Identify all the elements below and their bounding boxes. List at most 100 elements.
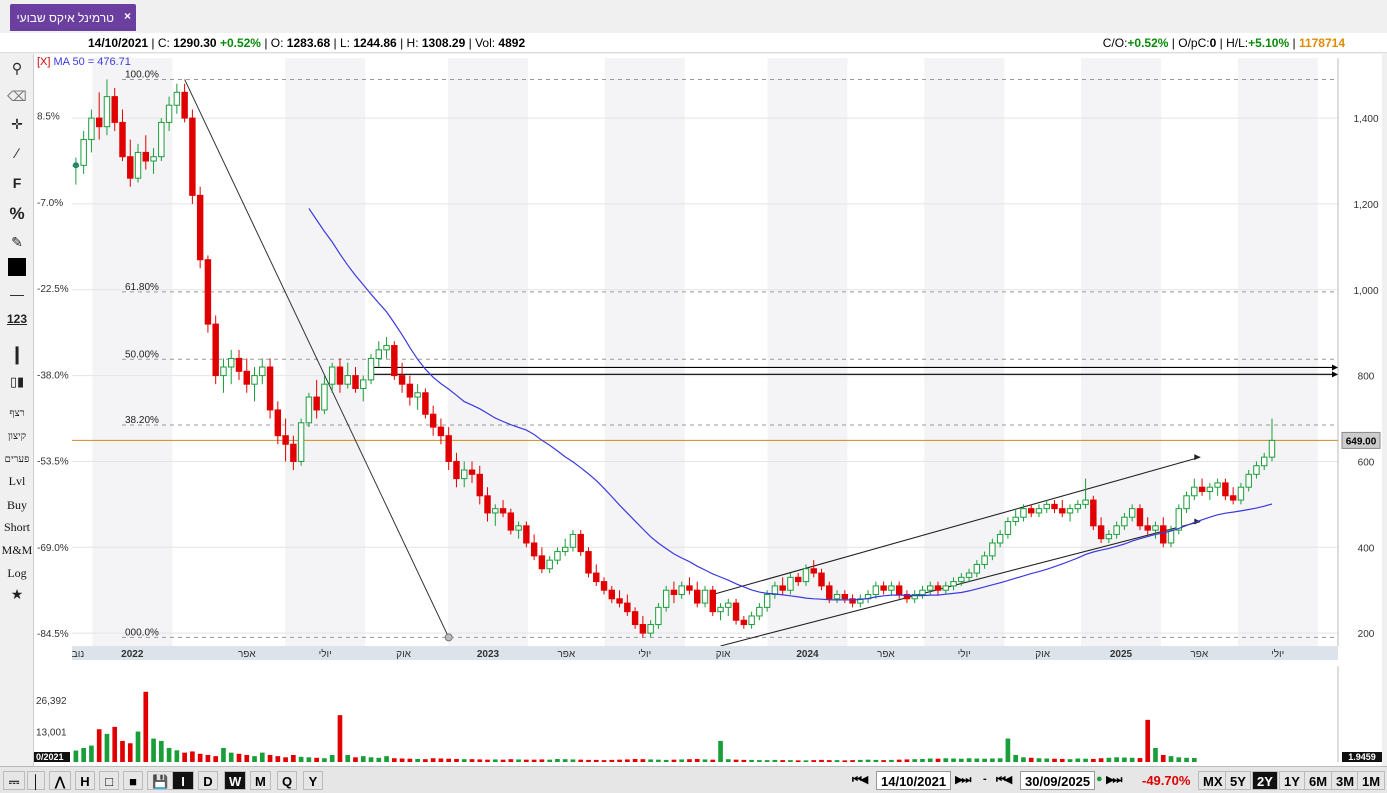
bars-type-icon[interactable]: │ (27, 771, 46, 790)
volume-bar (314, 757, 319, 762)
month-band (767, 58, 848, 646)
crosshair-icon[interactable]: ✛ (0, 116, 34, 133)
volume-bar (127, 743, 133, 762)
line-type-icon[interactable]: ⋀ (49, 771, 71, 790)
candle-body (818, 572, 825, 587)
hl-label: H/L: (1226, 36, 1249, 50)
save-icon[interactable]: 💾 (147, 771, 174, 790)
nav-start-icon[interactable]: ⏮◀ (852, 773, 868, 787)
candle-body (880, 585, 887, 591)
horizontal-line-icon[interactable]: — (0, 286, 34, 302)
tool-extreme[interactable]: קיצון (0, 431, 34, 442)
color-swatch-icon[interactable] (0, 258, 34, 279)
change-value: +0.52% (219, 36, 261, 50)
tool-short[interactable]: Short (0, 520, 34, 535)
heikin-type-icon[interactable]: ■ (123, 771, 143, 790)
candle-type-icon[interactable]: □ (99, 771, 119, 790)
vertical-line-icon[interactable]: ❙ (0, 344, 34, 365)
volume-bar (135, 731, 141, 762)
tool-level[interactable]: Lvl (0, 474, 34, 489)
range-button-1y[interactable]: 1Y (1279, 771, 1305, 790)
x-tick-label: יולי (638, 648, 651, 660)
fib-anchor-handle (444, 633, 453, 642)
arrow-head-icon (1332, 371, 1338, 378)
tab-weekly-chart[interactable]: × טרמינל איקס שבועי (10, 4, 136, 31)
number-tool[interactable]: 123 (0, 312, 34, 326)
end-date[interactable]: 30/09/2025 (1020, 771, 1096, 790)
hl-type-icon[interactable]: H (75, 771, 95, 790)
chart-area[interactable]: 200 400 600 800 1,000 1,200 1,400 8.5% -7.0% -22.… (34, 54, 1382, 766)
volume-bar (252, 756, 257, 762)
candle-body (1059, 508, 1066, 514)
nav-end-back-icon[interactable]: ⏮◀ (996, 773, 1012, 787)
eraser-icon[interactable]: ⌫ (0, 88, 34, 105)
range-button-mx[interactable]: MX (1198, 771, 1228, 790)
candle-body (1035, 508, 1043, 514)
volume-bar (1028, 757, 1034, 762)
volume-bar (819, 759, 824, 762)
percent-tool[interactable]: % (0, 204, 34, 224)
range-button-3m[interactable]: 3M (1331, 771, 1360, 790)
range-button-5y[interactable]: 5Y (1225, 771, 1251, 790)
star-icon[interactable]: ★ (0, 586, 34, 603)
font-tool[interactable]: F (0, 175, 34, 191)
candle-body (934, 585, 942, 591)
volume-bar (158, 740, 164, 762)
high-value: 1308.29 (421, 36, 466, 50)
period-button-m[interactable]: M (250, 771, 271, 790)
volume-bar (516, 759, 521, 762)
tool-log[interactable]: Log (0, 566, 34, 581)
tool-gaps[interactable]: פערים (0, 454, 34, 465)
search-icon[interactable]: ⚲ (0, 60, 34, 77)
tool-sequence[interactable]: רצף (0, 408, 34, 419)
ohlc-readout: 14/10/2021 | C: 1290.30 +0.52% | O: 1283… (88, 36, 526, 50)
price-chart[interactable]: 200 400 600 800 1,000 1,200 1,400 8.5% -7.0% -22.… (34, 54, 1382, 766)
candle-body (1160, 525, 1167, 544)
line-tool-icon[interactable]: ∕ (0, 145, 34, 161)
volume-bar (694, 758, 700, 762)
fib-level-label: 000.0% (125, 627, 159, 638)
nav-end-icon[interactable]: ▶⏭ (1106, 773, 1122, 787)
start-date[interactable]: 14/10/2021 (876, 771, 952, 790)
period-button-y[interactable]: Y (303, 771, 323, 790)
volume-bar (896, 759, 902, 762)
volume-bar (236, 753, 242, 762)
volume-bar (710, 759, 716, 762)
volume-bar (500, 759, 506, 762)
volume-bar (1176, 757, 1182, 762)
range-button-6m[interactable]: 6M (1304, 771, 1333, 790)
total-volume: 1178714 (1298, 36, 1345, 50)
y-tick-label: 1,400 (1353, 114, 1378, 125)
range-button-2y[interactable]: 2Y (1252, 771, 1278, 790)
pencil-icon[interactable]: ✎ (0, 234, 34, 251)
volume-bar (461, 759, 467, 762)
volume-bar (151, 738, 156, 762)
interval-button-i[interactable]: I (172, 771, 194, 790)
period-change: -49.70% (1142, 773, 1191, 788)
period-button-d[interactable]: D (198, 771, 218, 790)
lock-icon[interactable]: ● (1096, 773, 1103, 785)
volume-bar (826, 760, 832, 762)
volume-bar (920, 758, 925, 762)
nav-forward-icon[interactable]: ▶⏭ (955, 773, 971, 787)
tool-buy[interactable]: Buy (0, 498, 34, 513)
period-button-q[interactable]: Q (277, 771, 298, 790)
candle-body (996, 533, 1004, 544)
volume-bar (1059, 758, 1065, 762)
candle-body (111, 96, 118, 123)
candle-body (507, 512, 515, 531)
tool-mm[interactable]: M&M (0, 543, 34, 558)
last-price-label: 649.00 (1346, 436, 1377, 447)
candle-body (72, 164, 80, 167)
percent-label: -22.5% (37, 284, 69, 295)
candle-body (678, 585, 685, 595)
x-tick-label: אוק (1035, 649, 1050, 660)
candles-icon[interactable]: ▯▮ (0, 374, 34, 390)
ohlc-type-icon[interactable]: ⎓ (3, 771, 25, 790)
candle-body (243, 370, 250, 385)
tab-close-button[interactable]: × (124, 9, 131, 23)
volume-bar (609, 759, 615, 762)
range-button-1m[interactable]: 1M (1357, 771, 1386, 790)
candle-body (546, 559, 553, 570)
period-button-w[interactable]: W (224, 771, 247, 790)
